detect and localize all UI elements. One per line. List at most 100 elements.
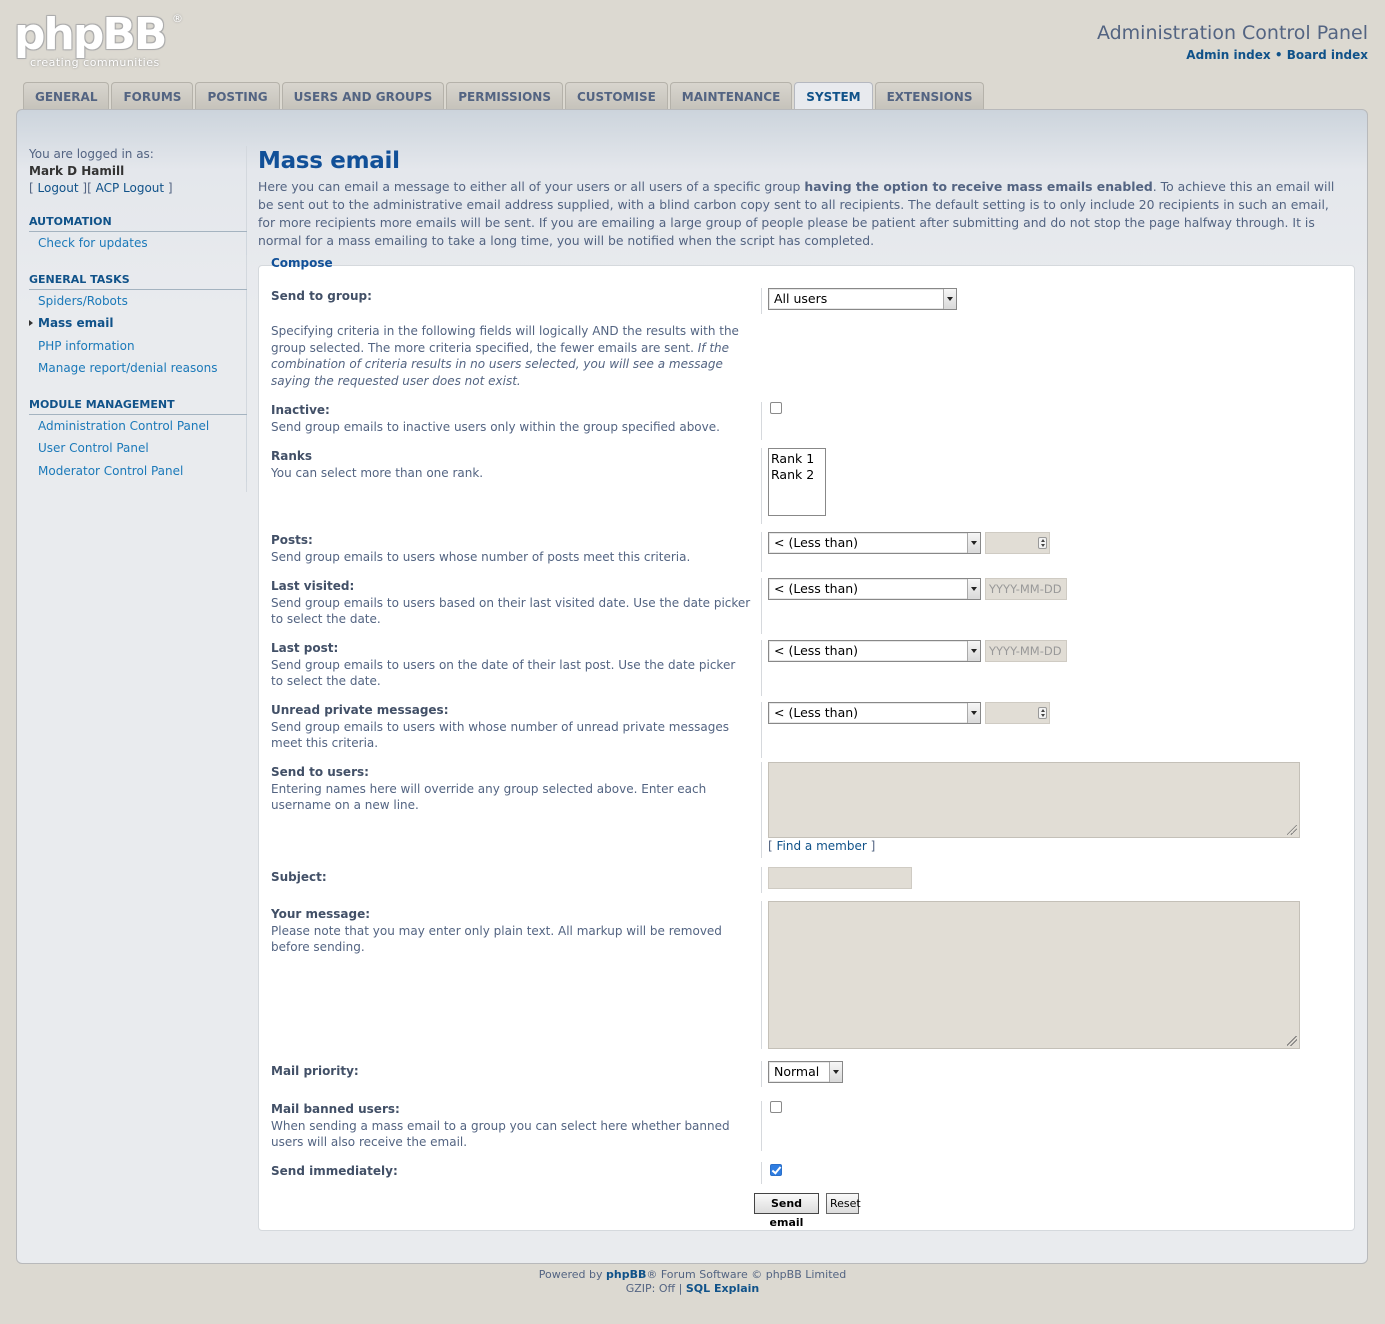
logo-tagline: creating communities xyxy=(30,56,160,69)
send-to-group-select[interactable]: All users xyxy=(768,288,957,310)
logged-in-username: Mark D Hamill xyxy=(29,164,125,178)
sidebar-heading-automation: Automation xyxy=(29,215,247,232)
priority-select[interactable]: Normal xyxy=(768,1061,843,1083)
sidebar-item-label[interactable]: Check for updates xyxy=(38,236,148,250)
criteria-note-plain: Specifying criteria in the following fie… xyxy=(271,324,739,355)
sidebar-item-php-information[interactable]: PHP information xyxy=(29,335,246,358)
sidebar-item-mass-email[interactable]: Mass email xyxy=(29,312,246,335)
sidebar-item-label[interactable]: Spiders/Robots xyxy=(38,294,128,308)
tab-users-and-groups[interactable]: Users and groups xyxy=(281,82,445,110)
send-to-users-field: [ Find a member ] xyxy=(761,762,1300,858)
banned-desc: When sending a mass email to a group you… xyxy=(271,1118,730,1150)
send-to-users-label: Send to users: Entering names here will o… xyxy=(271,764,751,814)
subject-label: Subject: xyxy=(271,869,751,886)
unread-pm-label: Unread private messages: Send group email… xyxy=(271,702,751,752)
unread-pm-operator-select[interactable]: < (Less than) xyxy=(768,702,981,724)
tab-maintenance[interactable]: Maintenance xyxy=(669,82,793,110)
last-post-label: Last post: Send group emails to users on … xyxy=(271,640,751,690)
sidebar-item-spiders-robots[interactable]: Spiders/Robots xyxy=(29,290,246,313)
sidebar-item-check-for-updates[interactable]: Check for updates xyxy=(29,232,246,255)
sidebar-item-ucp[interactable]: User Control Panel xyxy=(29,437,246,460)
send-email-button[interactable]: Send email xyxy=(754,1193,819,1229)
sidebar-item-label[interactable]: User Control Panel xyxy=(38,441,149,455)
spinner-icon[interactable] xyxy=(1038,537,1047,549)
inactive-title: Inactive: xyxy=(271,403,330,417)
phpbb-logo[interactable]: phpBB ® creating communities xyxy=(14,10,184,72)
row-ranks: Ranks You can select more than one rank. … xyxy=(271,448,1351,524)
rank-option[interactable]: Rank 2 xyxy=(771,467,825,483)
unread-pm-operator-value: < (Less than) xyxy=(774,705,859,720)
unread-pm-field: < (Less than) xyxy=(761,702,1050,758)
chevron-down-icon xyxy=(943,289,956,309)
page-title: Mass email xyxy=(258,148,400,174)
posts-number-input[interactable] xyxy=(985,532,1050,554)
tab-permissions[interactable]: Permissions xyxy=(446,82,563,110)
message-field xyxy=(761,901,1300,1049)
send-to-users-textarea[interactable] xyxy=(768,762,1300,838)
last-post-desc: Send group emails to users on the date o… xyxy=(271,657,736,689)
sql-explain-link[interactable]: SQL Explain xyxy=(686,1282,759,1295)
tab-forums[interactable]: Forums xyxy=(111,82,194,110)
chevron-down-icon xyxy=(829,1062,842,1082)
banned-checkbox[interactable] xyxy=(770,1101,782,1113)
unread-pm-number-input[interactable] xyxy=(985,702,1050,724)
bracket-open: [ xyxy=(768,839,777,853)
footer-powered-suffix: ® Forum Software © phpBB Limited xyxy=(646,1268,847,1281)
logout-link[interactable]: Logout xyxy=(38,181,79,195)
message-textarea[interactable] xyxy=(768,901,1300,1049)
immediately-checkbox[interactable] xyxy=(770,1164,782,1176)
row-unread-pm: Unread private messages: Send group email… xyxy=(271,702,1351,758)
sidebar-item-label[interactable]: Administration Control Panel xyxy=(38,419,209,433)
phpbb-link[interactable]: phpBB xyxy=(606,1268,646,1281)
last-visited-operator-value: < (Less than) xyxy=(774,581,859,596)
sidebar-item-mcp[interactable]: Moderator Control Panel xyxy=(29,460,246,483)
last-post-date-input[interactable]: YYYY-MM-DD xyxy=(985,640,1067,662)
tab-posting[interactable]: Posting xyxy=(195,82,280,110)
logged-in-label: You are logged in as: xyxy=(29,147,154,161)
chevron-down-icon xyxy=(967,641,980,661)
last-visited-field: < (Less than) YYYY-MM-DD xyxy=(761,578,1067,634)
sidebar-item-acp[interactable]: Administration Control Panel xyxy=(29,415,246,438)
posts-label: Posts: Send group emails to users whose n… xyxy=(271,532,751,565)
criteria-note: Specifying criteria in the following fie… xyxy=(271,323,741,389)
sidebar-item-label[interactable]: Moderator Control Panel xyxy=(38,464,183,478)
tab-customise[interactable]: Customise xyxy=(564,82,668,110)
spinner-icon[interactable] xyxy=(1038,707,1047,719)
subject-input[interactable] xyxy=(768,867,912,889)
row-subject: Subject: xyxy=(271,867,1351,893)
board-index-link[interactable]: Board index xyxy=(1287,48,1368,62)
sidebar-item-label[interactable]: PHP information xyxy=(38,339,135,353)
tab-extensions[interactable]: Extensions xyxy=(874,82,985,110)
last-visited-operator-select[interactable]: < (Less than) xyxy=(768,578,981,600)
immediately-field xyxy=(761,1162,782,1184)
posts-operator-select[interactable]: < (Less than) xyxy=(768,532,981,554)
footer-debug: GZIP: Off | SQL Explain xyxy=(625,1282,760,1295)
sidebar-list-general-tasks: Spiders/Robots Mass email PHP informatio… xyxy=(29,289,247,380)
tab-system[interactable]: System xyxy=(794,82,873,111)
ranks-field: Rank 1 Rank 2 xyxy=(761,448,826,524)
last-visited-date-input[interactable]: YYYY-MM-DD xyxy=(985,578,1067,600)
row-send-to-group: Send to group: All users xyxy=(271,288,1351,314)
find-member-link[interactable]: Find a member xyxy=(777,839,867,853)
banned-field xyxy=(761,1101,782,1151)
last-post-operator-select[interactable]: < (Less than) xyxy=(768,640,981,662)
inactive-checkbox[interactable] xyxy=(770,402,782,414)
priority-label: Mail priority: xyxy=(271,1063,751,1080)
last-post-field: < (Less than) YYYY-MM-DD xyxy=(761,640,1067,696)
gzip-status: GZIP: Off xyxy=(625,1282,676,1295)
sidebar-item-label[interactable]: Manage report/denial reasons xyxy=(38,361,217,375)
row-priority: Mail priority: Normal xyxy=(271,1061,1351,1087)
row-last-post: Last post: Send group emails to users on … xyxy=(271,640,1351,696)
sidebar-item-manage-reasons[interactable]: Manage report/denial reasons xyxy=(29,357,246,380)
admin-index-link[interactable]: Admin index xyxy=(1186,48,1270,62)
banned-title: Mail banned users: xyxy=(271,1102,400,1116)
acp-logout-link[interactable]: ACP Logout xyxy=(96,181,165,195)
rank-option[interactable]: Rank 1 xyxy=(771,451,825,467)
sidebar-item-label[interactable]: Mass email xyxy=(38,316,113,330)
find-member-wrap: [ Find a member ] xyxy=(768,839,875,853)
intro-text: Here you can email a message to either a… xyxy=(258,178,1348,250)
tab-general[interactable]: General xyxy=(23,82,110,110)
unread-pm-desc: Send group emails to users with whose nu… xyxy=(271,719,729,751)
reset-button[interactable]: Reset xyxy=(826,1193,861,1214)
ranks-listbox[interactable]: Rank 1 Rank 2 xyxy=(768,448,826,516)
